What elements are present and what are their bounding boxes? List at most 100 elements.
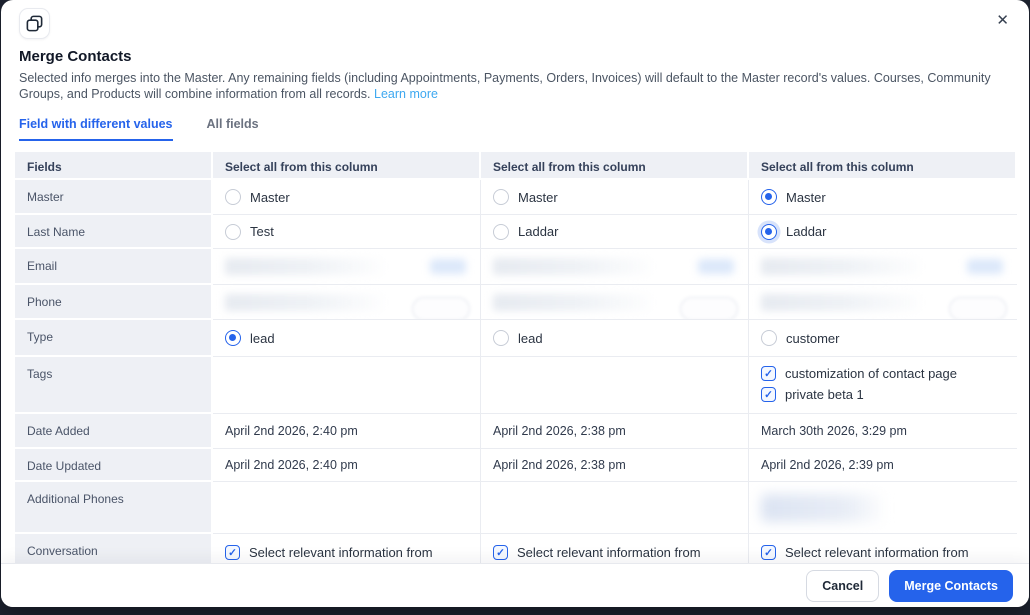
checkbox-option-customization-of-contact-page[interactable]: ✓ customization of contact page — [761, 366, 957, 381]
select-all-column-header-1[interactable]: Select all from this column — [213, 152, 481, 180]
tab-all-fields[interactable]: All fields — [207, 117, 259, 141]
radio-label: Master — [250, 189, 290, 205]
learn-more-link[interactable]: Learn more — [374, 87, 438, 101]
cell-phone-col3 — [749, 285, 1017, 320]
modal-footer: Cancel Merge Contacts — [1, 563, 1029, 607]
cell-type-col1: lead — [213, 320, 481, 357]
field-label-tags: Tags — [15, 357, 213, 414]
radio-selected-icon[interactable] — [225, 330, 241, 346]
checkbox-checked-icon[interactable]: ✓ — [493, 545, 508, 560]
radio-selected-icon[interactable] — [761, 223, 777, 240]
radio-option-lead[interactable]: lead — [225, 330, 275, 346]
cell-tags-col1 — [213, 357, 481, 414]
radio-unselected-icon[interactable] — [493, 189, 509, 205]
radio-unselected-icon[interactable] — [493, 330, 509, 346]
redacted-phone-blur — [680, 297, 738, 319]
checkbox-checked-icon[interactable]: ✓ — [761, 366, 776, 381]
redacted-email-blur — [967, 259, 1003, 274]
value-text: April 2nd 2026, 2:38 pm — [493, 424, 626, 438]
value-text: April 2nd 2026, 2:38 pm — [493, 458, 626, 472]
radio-unselected-icon[interactable] — [493, 223, 509, 240]
redacted-email-blur — [225, 258, 384, 275]
radio-label: lead — [518, 330, 543, 346]
merge-overlapping-squares-icon — [26, 15, 43, 32]
checkbox-checked-icon[interactable]: ✓ — [761, 545, 776, 560]
radio-unselected-icon[interactable] — [761, 330, 777, 346]
modal-header: ✕ Merge Contacts Selected info merges in… — [1, 0, 1029, 141]
radio-option-master[interactable]: Master — [493, 189, 558, 205]
radio-option-customer[interactable]: customer — [761, 330, 839, 346]
field-label-last-name: Last Name — [15, 215, 213, 249]
checkbox-checked-icon[interactable]: ✓ — [225, 545, 240, 560]
value-text: March 30th 2026, 3:29 pm — [761, 424, 907, 438]
cancel-button[interactable]: Cancel — [806, 569, 880, 602]
tab-field-with-different-values[interactable]: Field with different values — [19, 117, 173, 141]
value-text: April 2nd 2026, 2:39 pm — [761, 458, 894, 472]
cell-last-name-col2: Laddar — [481, 215, 749, 249]
radio-label: Laddar — [518, 224, 559, 239]
radio-label: Test — [250, 224, 274, 239]
close-icon[interactable]: ✕ — [992, 9, 1013, 32]
checkbox-option-select-relevant-information-from[interactable]: ✓ Select relevant information from — [493, 545, 701, 560]
cell-email-col3 — [749, 249, 1017, 285]
field-label-phone: Phone — [15, 285, 213, 320]
redacted-phone-blur — [412, 297, 470, 319]
cell-master-col2: Master — [481, 180, 749, 215]
tab-bar: Field with different values All fields — [19, 117, 1011, 141]
radio-option-test[interactable]: Test — [225, 223, 274, 240]
radio-selected-icon[interactable] — [761, 189, 777, 205]
table-row-tags: Tags ✓ customization of contact page ✓ priva… — [15, 357, 1017, 414]
radio-option-lead[interactable]: lead — [493, 330, 543, 346]
field-label-type: Type — [15, 320, 213, 357]
cell-last-name-col1: Test — [213, 215, 481, 249]
merge-contacts-modal: ✕ Merge Contacts Selected info merges in… — [1, 0, 1029, 607]
checkbox-label: Select relevant information from — [785, 545, 969, 560]
modal-title: Merge Contacts — [19, 48, 132, 65]
checkbox-label: private beta 1 — [785, 387, 864, 402]
redacted-additional-phones-blur — [761, 493, 883, 522]
redacted-email-blur — [430, 259, 466, 274]
radio-option-laddar[interactable]: Laddar — [761, 223, 827, 240]
redacted-email-blur — [761, 258, 920, 275]
radio-label: Master — [518, 189, 558, 205]
field-label-master: Master — [15, 180, 213, 215]
checkbox-option-private-beta-1[interactable]: ✓ private beta 1 — [761, 387, 864, 402]
cell-date-updated-col3: April 2nd 2026, 2:39 pm — [749, 449, 1017, 482]
description-text: Selected info merges into the Master. An… — [19, 71, 991, 101]
cell-type-col3: customer — [749, 320, 1017, 357]
select-all-column-header-3[interactable]: Select all from this column — [749, 152, 1017, 180]
table-header-row: Fields Select all from this column Select … — [15, 152, 1017, 180]
value-text: April 2nd 2026, 2:40 pm — [225, 424, 358, 438]
radio-option-master[interactable]: Master — [225, 189, 290, 205]
radio-unselected-icon[interactable] — [225, 189, 241, 205]
cell-additional-phones-col2 — [481, 482, 749, 534]
radio-option-master[interactable]: Master — [761, 189, 826, 205]
select-all-column-header-2[interactable]: Select all from this column — [481, 152, 749, 180]
table-row-last-name: Last Name Test Laddar Laddar — [15, 215, 1017, 249]
radio-option-laddar[interactable]: Laddar — [493, 223, 559, 240]
redacted-phone-blur — [761, 293, 920, 311]
table-row-email: Email — [15, 249, 1017, 285]
checkbox-option-select-relevant-information-from[interactable]: ✓ Select relevant information from — [225, 545, 433, 560]
radio-label: Laddar — [786, 224, 827, 239]
merge-table: Fields Select all from this column Select … — [15, 152, 1017, 594]
value-text: April 2nd 2026, 2:40 pm — [225, 458, 358, 472]
table-row-date-added: Date Added April 2nd 2026, 2:40 pm April 2… — [15, 414, 1017, 449]
table-row-additional-phones: Additional Phones — [15, 482, 1017, 534]
cell-last-name-col3: Laddar — [749, 215, 1017, 249]
redacted-phone-blur — [225, 293, 384, 311]
redacted-phone-blur — [493, 293, 652, 311]
table-row-master: Master Master Master Master — [15, 180, 1017, 215]
checkbox-checked-icon[interactable]: ✓ — [761, 387, 776, 402]
cell-date-added-col2: April 2nd 2026, 2:38 pm — [481, 414, 749, 449]
cell-type-col2: lead — [481, 320, 749, 357]
radio-unselected-icon[interactable] — [225, 223, 241, 240]
redacted-email-blur — [493, 258, 652, 275]
checkbox-option-select-relevant-information-from[interactable]: ✓ Select relevant information from — [761, 545, 969, 560]
merge-contacts-button[interactable]: Merge Contacts — [889, 569, 1013, 602]
cell-email-col1 — [213, 249, 481, 285]
cell-phone-col2 — [481, 285, 749, 320]
table-row-type: Type lead lead customer — [15, 320, 1017, 357]
radio-label: Master — [786, 189, 826, 205]
merge-icon-button — [19, 8, 50, 39]
